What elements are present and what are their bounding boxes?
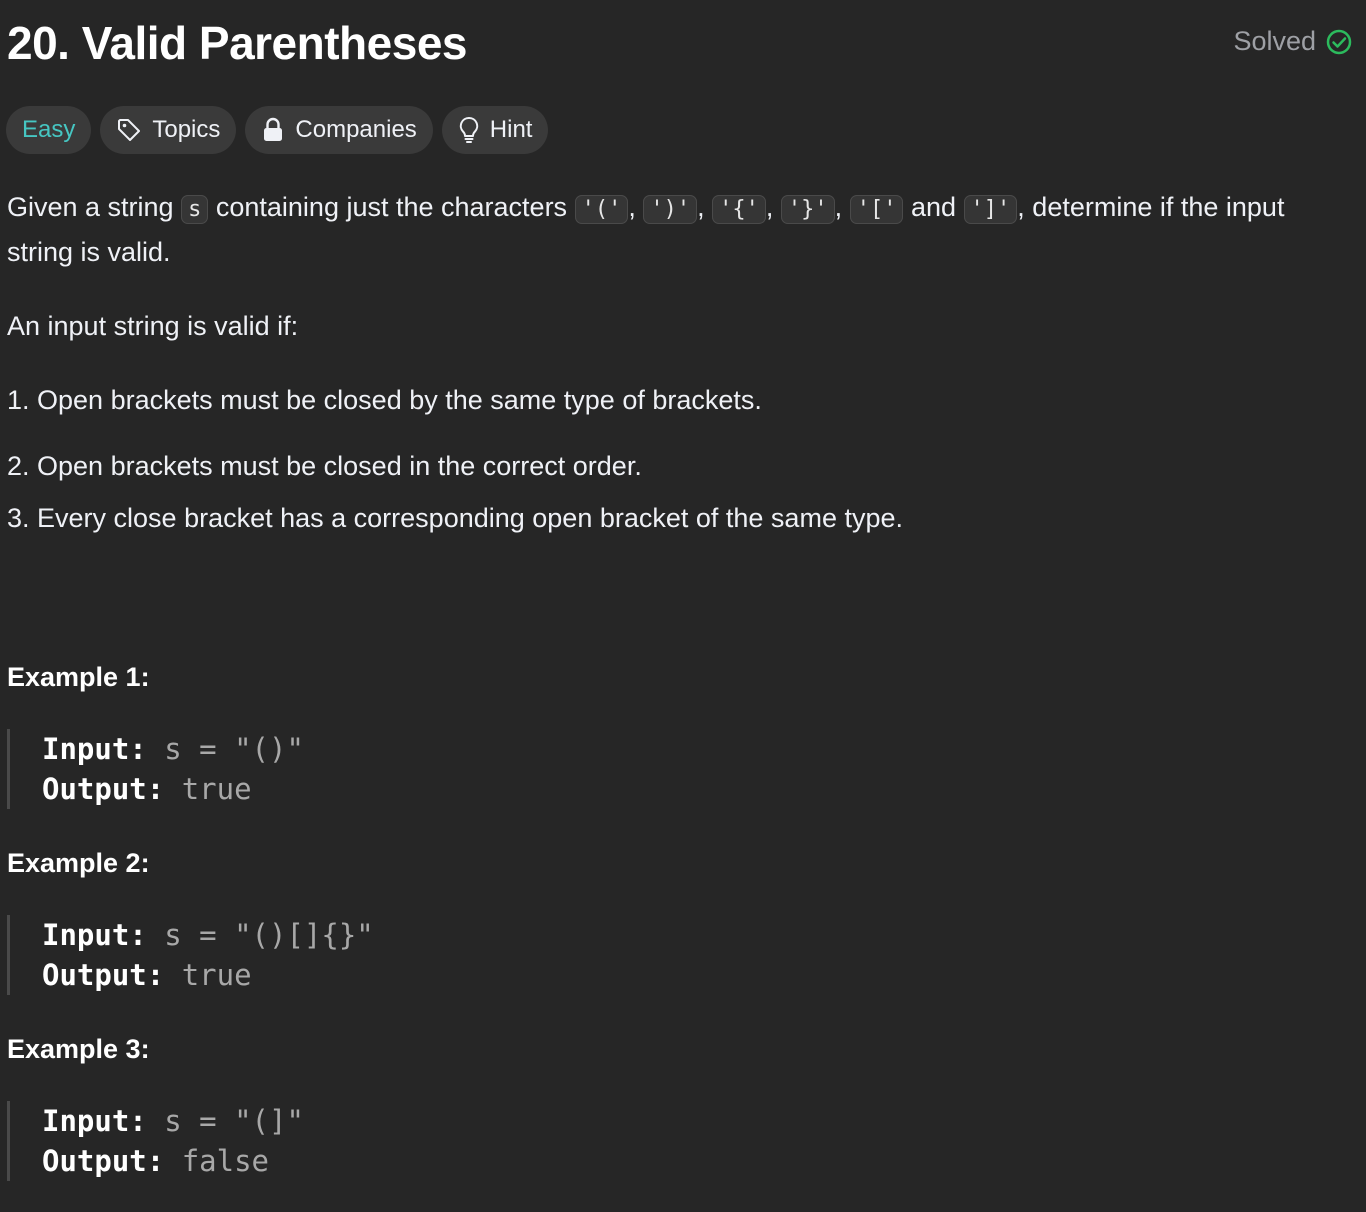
lightbulb-icon xyxy=(458,116,480,144)
rule-item: 3. Every close bracket has a correspondi… xyxy=(7,503,903,533)
rule-item: 1. Open brackets must be closed by the s… xyxy=(7,385,762,415)
example-output-line: Output: false xyxy=(42,1144,269,1178)
lock-icon xyxy=(261,117,285,143)
inline-code: '(' xyxy=(574,195,629,224)
companies-label: Companies xyxy=(295,116,417,143)
example-title: Example 2: xyxy=(7,848,150,878)
difficulty-label: Easy xyxy=(22,116,76,143)
example-title: Example 3: xyxy=(7,1034,150,1064)
example-input-line: Input: s = "()[]{}" xyxy=(42,918,374,952)
example-input-line: Input: s = "(]" xyxy=(42,1104,304,1138)
example-output-line: Output: true xyxy=(42,958,252,992)
example-output-line: Output: true xyxy=(42,772,252,806)
example-block: Input: s = "()[]{}" Output: true xyxy=(7,915,374,995)
description-paragraph: Given a string s containing just the cha… xyxy=(7,192,1285,267)
inline-code: '{' xyxy=(712,195,766,224)
hint-label: Hint xyxy=(489,116,533,143)
example-title: Example 1: xyxy=(7,662,150,692)
difficulty-badge: Easy xyxy=(6,106,92,154)
problem-description: Given a string s containing just the cha… xyxy=(7,186,1347,539)
inline-code: ']' xyxy=(963,195,1018,224)
inline-code: '}' xyxy=(780,195,835,224)
inline-code: '[' xyxy=(849,195,904,224)
check-circle-icon xyxy=(1326,29,1352,55)
solved-label: Solved xyxy=(1233,26,1316,56)
tag-icon xyxy=(116,117,142,143)
problem-title: 20. Valid Parentheses xyxy=(7,17,468,69)
validity-intro: An input string is valid if: xyxy=(7,311,299,341)
hint-button[interactable]: Hint xyxy=(441,106,549,154)
topics-label: Topics xyxy=(152,116,221,143)
example-input-line: Input: s = "()" xyxy=(42,732,304,766)
tag-bar: Easy Topics Companies Hint xyxy=(6,106,549,154)
inline-code: ')' xyxy=(643,195,698,224)
companies-button[interactable]: Companies xyxy=(245,106,433,154)
inline-code: s xyxy=(181,195,209,224)
example-block: Input: s = "(]" Output: false xyxy=(7,1101,304,1181)
solved-status: Solved xyxy=(1233,26,1352,57)
example-block: Input: s = "()" Output: true xyxy=(7,729,304,809)
topics-button[interactable]: Topics xyxy=(100,106,237,154)
rule-item: 2. Open brackets must be closed in the c… xyxy=(7,451,642,481)
